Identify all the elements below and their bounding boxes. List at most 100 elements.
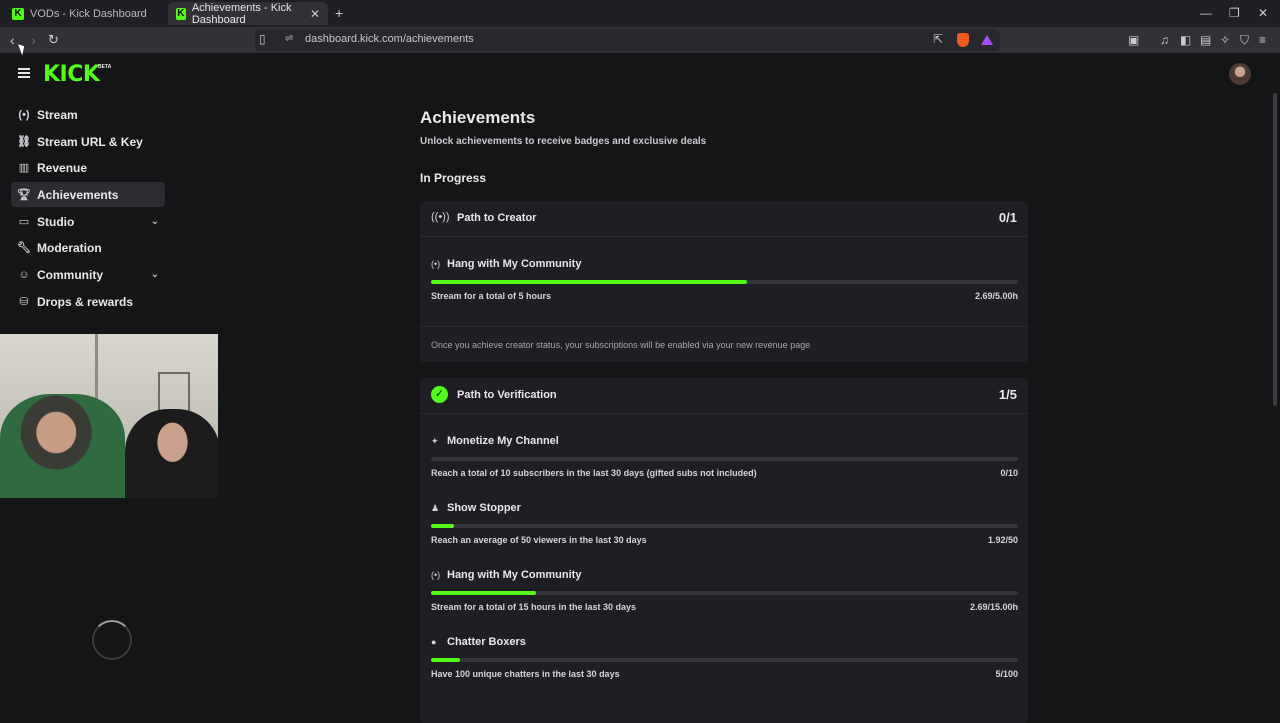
gift-icon: ⛁ [19,296,29,308]
progress-track [431,280,1018,284]
card-header: ✓ Path to Verification 1/5 [420,378,1028,414]
close-tab-icon[interactable]: ✕ [310,7,320,21]
sidebar-item-achievements[interactable]: 🏆︎ Achievements [11,182,165,207]
achievement-card-path-to-verification: ✓ Path to Verification 1/5 ✦ Monetize My… [420,378,1028,723]
achievement-name: Show Stopper [447,502,521,514]
menu-icon[interactable]: ≡ [1259,33,1266,47]
brave-shields-icon[interactable] [957,33,969,47]
tab-title: VODs - Kick Dashboard [30,7,147,20]
kick-dashboard: KICK BETA (•) Stream ⛓ Stream URL & Key … [0,53,1280,723]
kick-favicon-icon: K [12,7,24,20]
achievement-name: Monetize My Channel [447,435,559,447]
browser-tab-achievements[interactable]: K Achievements - Kick Dashboard ✕ [168,1,328,26]
link-icon: ⛓ [17,136,31,148]
sidebar-item-label: Community [37,267,103,282]
minimize-icon[interactable]: — [1200,6,1212,20]
achievement-description: Stream for a total of 5 hours [431,291,552,301]
sidebar-icon[interactable]: ◧ [1180,33,1191,47]
bookmark-icon[interactable]: ▯ [259,32,266,46]
sidebar-item-community[interactable]: ☺ Community ⌄ [11,262,165,287]
vpn-shield-icon[interactable]: ⛉ [1240,33,1249,48]
achievement-description: Reach an average of 50 viewers in the la… [431,535,647,545]
url-text: dashboard.kick.com/achievements [305,33,474,45]
address-bar[interactable]: ▯ ⇌ dashboard.kick.com/achievements ⇱ [255,29,1000,51]
webcam-overlay [0,334,218,498]
sidebar-item-stream-url-key[interactable]: ⛓ Stream URL & Key [11,129,165,154]
sidebar-item-label: Studio [37,214,75,229]
achievement-description: Stream for a total of 15 hours in the la… [431,602,637,612]
achievement-card-path-to-creator: ((•)) Path to Creator 0/1 (•) Hang with … [420,201,1028,362]
chevron-down-icon: ⌄ [150,216,159,227]
card-count: 0/1 [998,210,1017,225]
sidebar-item-label: Moderation [37,240,102,255]
broadcast-icon: ((•)) [431,211,450,223]
browser-tab-vods[interactable]: K VODs - Kick Dashboard [4,2,164,25]
card-note: Once you achieve creator status, your su… [420,326,1028,362]
achievement-name: Chatter Boxers [447,636,526,648]
chat-bubble-icon: ● [431,637,437,647]
sidebar-item-label: Stream URL & Key [37,134,143,149]
card-header: ((•)) Path to Creator 0/1 [420,201,1028,237]
card-title: Path to Creator [457,212,537,224]
card-count: 1/5 [998,387,1017,402]
achievement-progress: 2.69/15.00h [969,602,1018,612]
trophy-icon: 🏆︎ [17,189,31,201]
sidebar-item-label: Revenue [37,160,88,175]
reload-icon[interactable]: ↻ [48,32,59,48]
sidebar-item-studio[interactable]: ▭ Studio ⌄ [11,209,165,234]
studio-icon: ▭ [18,216,30,228]
media-icon[interactable]: ♫ [1160,33,1169,47]
site-info-icon[interactable]: ⇌ [285,33,293,44]
user-avatar[interactable] [1229,63,1251,85]
new-tab-icon[interactable]: + [335,5,343,21]
section-heading: In Progress [420,171,487,185]
progress-fill [431,524,454,528]
back-icon[interactable]: ‹ [10,32,15,48]
share-icon[interactable]: ⇱ [933,32,943,46]
hamburger-menu-icon[interactable] [18,68,30,78]
kick-logo[interactable]: KICK [43,62,100,87]
progress-track [431,591,1018,595]
page-title: Achievements [420,108,536,127]
progress-fill [431,658,461,662]
tab-title: Achievements - Kick Dashboard [191,1,292,26]
sidebar-item-label: Stream [37,107,78,122]
brave-rewards-icon[interactable] [981,35,993,45]
browser-toolbar: ‹ › ↻ ▯ ⇌ dashboard.kick.com/achievement… [0,27,1280,53]
webcam-person-right [125,409,218,498]
sidebar-item-stream[interactable]: (•) Stream [11,102,165,127]
achievement-name: Hang with My Community [447,258,582,270]
browser-tabbar: K VODs - Kick Dashboard K Achievements -… [0,0,1280,27]
leo-ai-icon[interactable]: ✧ [1220,33,1230,47]
progress-fill [431,280,747,284]
wrench-icon: 🔧︎ [17,242,31,254]
broadcast-icon: (•) [18,108,30,121]
progress-track [431,524,1018,528]
chevron-down-icon: ⌄ [150,269,159,280]
sidebar-item-revenue[interactable]: ▥ Revenue [11,155,165,180]
page-subtitle: Unlock achievements to receive badges an… [420,136,707,147]
broadcast-icon: (•) [431,259,441,269]
card-note-text: Once you achieve creator status, your su… [431,340,811,350]
achievement-name: Hang with My Community [447,569,582,581]
broadcast-icon: (•) [431,570,441,580]
sidebar-item-label: Achievements [37,187,119,202]
sparkle-icon: ✦ [431,436,439,446]
achievement-description: Reach a total of 10 subscribers in the l… [431,468,757,478]
community-icon: ☺ [18,268,30,281]
sidebar-item-moderation[interactable]: 🔧︎ Moderation [11,235,165,260]
wallet-icon[interactable]: ▤ [1200,33,1211,47]
achievement-progress: 0/10 [1000,468,1018,478]
card-title: Path to Verification [457,389,557,401]
page-scrollbar[interactable] [1273,93,1277,406]
forward-icon[interactable]: › [31,32,36,48]
restore-icon[interactable]: ❐ [1229,6,1240,20]
achievement-progress: 1.92/50 [987,535,1018,545]
extension-icon[interactable]: ▣ [1128,33,1139,47]
window-close-icon[interactable]: ✕ [1258,6,1268,20]
viewers-icon: ♟ [431,503,440,513]
sidebar-item-drops-rewards[interactable]: ⛁ Drops & rewards [11,289,165,314]
progress-track [431,658,1018,662]
achievement-progress: 2.69/5.00h [974,291,1018,301]
loading-spinner-icon [92,620,132,660]
